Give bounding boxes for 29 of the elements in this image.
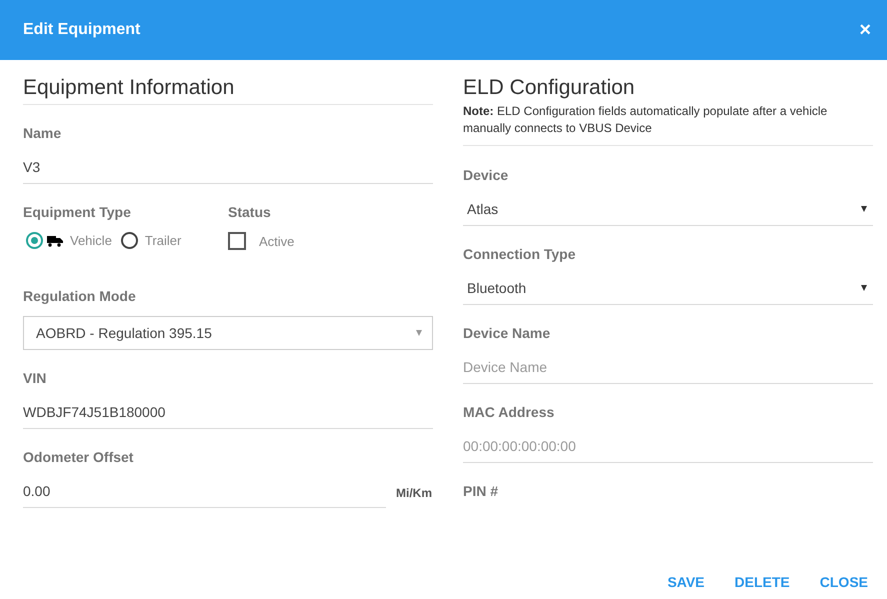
field-label: PIN # bbox=[463, 483, 500, 499]
note-text: Note: ELD Configuration fields automatically populate after a vehicle manually connects to VBUS Device bbox=[463, 103, 873, 146]
section-heading: Equipment Information bbox=[23, 76, 433, 105]
name-field[interactable]: V3 bbox=[23, 153, 433, 184]
regulation-mode-select[interactable]: AOBRD - Regulation 395.15 bbox=[23, 316, 433, 350]
radio-label: Vehicle bbox=[70, 233, 112, 248]
field-label: Status bbox=[228, 204, 272, 220]
select-field[interactable]: Bluetooth bbox=[463, 274, 873, 305]
field-label: MAC Address bbox=[463, 404, 556, 420]
odometer-field[interactable]: 0.00 bbox=[23, 477, 386, 508]
unit-label: Mi/Km bbox=[396, 486, 432, 502]
checkbox[interactable] bbox=[228, 232, 246, 250]
vin-field[interactable]: WDBJF74J51B180000 bbox=[23, 398, 433, 429]
checkbox-label: Active bbox=[259, 234, 294, 248]
field-label: Odometer Offset bbox=[23, 449, 134, 465]
field-label: Connection Type bbox=[463, 246, 577, 262]
dialog-title: Edit Equipment bbox=[23, 21, 140, 39]
field-label: Device Name bbox=[463, 325, 552, 341]
field-label: Name bbox=[23, 125, 62, 141]
select-field[interactable]: Atlas bbox=[463, 195, 873, 226]
field-label: Device bbox=[463, 167, 510, 183]
field-label: Regulation Mode bbox=[23, 288, 137, 304]
field-label: VIN bbox=[23, 370, 48, 386]
truck-icon bbox=[47, 234, 63, 246]
field-label: Equipment Type bbox=[23, 204, 132, 220]
radio-button[interactable] bbox=[26, 232, 43, 249]
radio-button[interactable] bbox=[120, 232, 138, 249]
section-heading: ELD Configuration bbox=[463, 76, 636, 101]
radio-label: Trailer bbox=[144, 233, 182, 248]
